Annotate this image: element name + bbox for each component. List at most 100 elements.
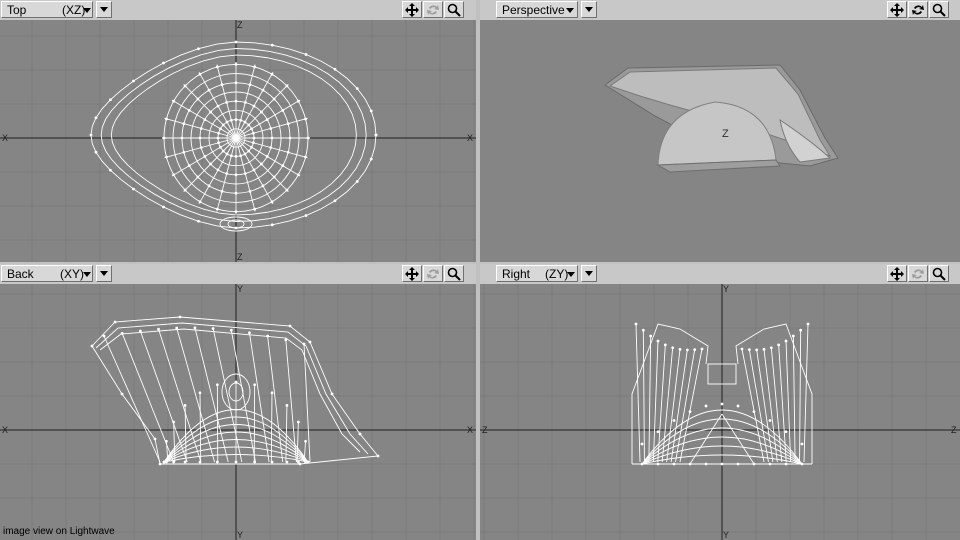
rib-left [635,323,641,463]
brim-outline [91,316,379,465]
horizontal-axis-label: X [467,425,473,435]
object-axis-label: Z [722,128,729,140]
image-caption: image view on Lightwave [3,526,115,537]
viewport-canvas[interactable]: Y Y X X [0,284,476,540]
chevron-down-icon [100,271,108,276]
vertical-axis-label: Z [237,252,243,262]
viewport-menu-button[interactable] [581,265,597,282]
view-type-dropdown[interactable]: Back (XY) [1,265,93,282]
viewport-header: Back (XY) [0,264,476,285]
zoom-view-icon [447,267,461,281]
vertical-axis-label: Y [237,530,243,540]
view-type-dropdown[interactable]: Top (XZ) [1,1,93,18]
horizontal-axis-label: X [2,133,8,143]
brim-inner-line [99,328,361,453]
zoom-view-icon [932,3,946,17]
move-view-icon [890,3,904,17]
zoom-view-icon [447,3,461,17]
brim-inner-line [95,322,369,455]
move-view-icon [405,267,419,281]
viewport-menu-button[interactable] [96,1,112,18]
move-view-button[interactable] [402,265,422,282]
view-name-label: Perspective [502,3,565,17]
vertical-axis-label: Y [723,530,729,540]
zoom-view-button[interactable] [444,1,464,18]
horizontal-axis-label: X [467,133,473,143]
rotate-view-icon [427,269,439,279]
rotate-view-button[interactable] [908,1,928,18]
viewport-canvas[interactable]: Y Y Z Z [480,284,960,540]
view-type-dropdown[interactable]: Right (ZY) [496,265,578,282]
rib-right [799,330,802,463]
viewport-menu-button[interactable] [581,1,597,18]
viewport-back[interactable]: Back (XY) Y Y X X [0,264,476,540]
viewport-right[interactable]: Right (ZY) Y Y Z Z [480,264,960,540]
rib-right [741,348,765,463]
perspective-view-drawing: Z [604,64,839,173]
horizontal-axis-label: X [2,425,8,435]
zoom-view-button[interactable] [444,265,464,282]
rib-right [792,335,796,463]
axis-lines [0,284,476,540]
vertical-axis-label: Y [723,284,729,294]
view-name-label: Right [502,267,531,281]
shaded-model [604,64,839,173]
view-name-label: Top [7,3,27,17]
chevron-down-icon [100,7,108,12]
crown-meridian [199,392,202,463]
vertical-axis-label: Z [237,20,243,30]
rib-right [803,323,809,463]
zoom-view-button[interactable] [929,265,949,282]
vertical-axis-label: Y [237,284,243,294]
grid [480,284,960,540]
rotate-view-icon [912,5,924,15]
chevron-down-icon [83,8,91,13]
chevron-down-icon [585,271,593,276]
viewport-menu-button[interactable] [96,265,112,282]
viewport-canvas[interactable]: Z Z X X [0,20,476,262]
chevron-down-icon [83,272,91,277]
crown-diag [721,413,755,465]
viewport-header: Right (ZY) [480,264,960,285]
horizontal-axis-label: Z [951,425,957,435]
viewport-canvas[interactable]: Z [480,20,960,262]
zoom-view-button[interactable] [929,1,949,18]
right-view-drawing: Y Y Z Z [480,284,960,540]
crown-diag [689,413,723,465]
rotate-view-button[interactable] [423,265,443,282]
viewport-header: Top (XZ) [0,0,476,21]
move-view-button[interactable] [887,265,907,282]
viewport-perspective[interactable]: Perspective Z [480,0,960,262]
move-view-button[interactable] [402,1,422,18]
move-view-button[interactable] [887,1,907,18]
chevron-down-icon [567,272,575,277]
grid [0,284,476,540]
rib-left [642,330,645,463]
wireframe [91,316,379,465]
crown-meridian [270,392,273,463]
view-axes-label: (XY) [60,267,84,281]
brim-rib [103,335,161,463]
crown-meridian [285,405,288,463]
brim-rib [249,332,270,463]
rotate-view-icon [427,5,439,15]
back-view-drawing: Y Y X X [0,284,476,540]
viewport-header: Perspective [480,0,960,21]
horizontal-axis-label: Z [482,425,488,435]
viewport-top[interactable]: Top (XZ) Z Z X X [0,0,476,262]
chevron-down-icon [585,7,593,12]
top-view-drawing: Z Z X X [0,20,476,262]
move-view-icon [405,3,419,17]
view-type-dropdown[interactable]: Perspective [496,1,578,18]
rib-left [679,348,703,463]
zoom-view-icon [932,267,946,281]
view-name-label: Back [7,267,34,281]
rotate-view-button[interactable] [423,1,443,18]
view-axes-label: (ZY) [545,267,569,281]
view-axes-label: (XZ) [62,3,86,17]
rib-left [648,335,652,463]
chevron-down-icon [566,8,574,13]
rotate-view-icon [912,269,924,279]
rotate-view-button[interactable] [908,265,928,282]
move-view-icon [890,267,904,281]
